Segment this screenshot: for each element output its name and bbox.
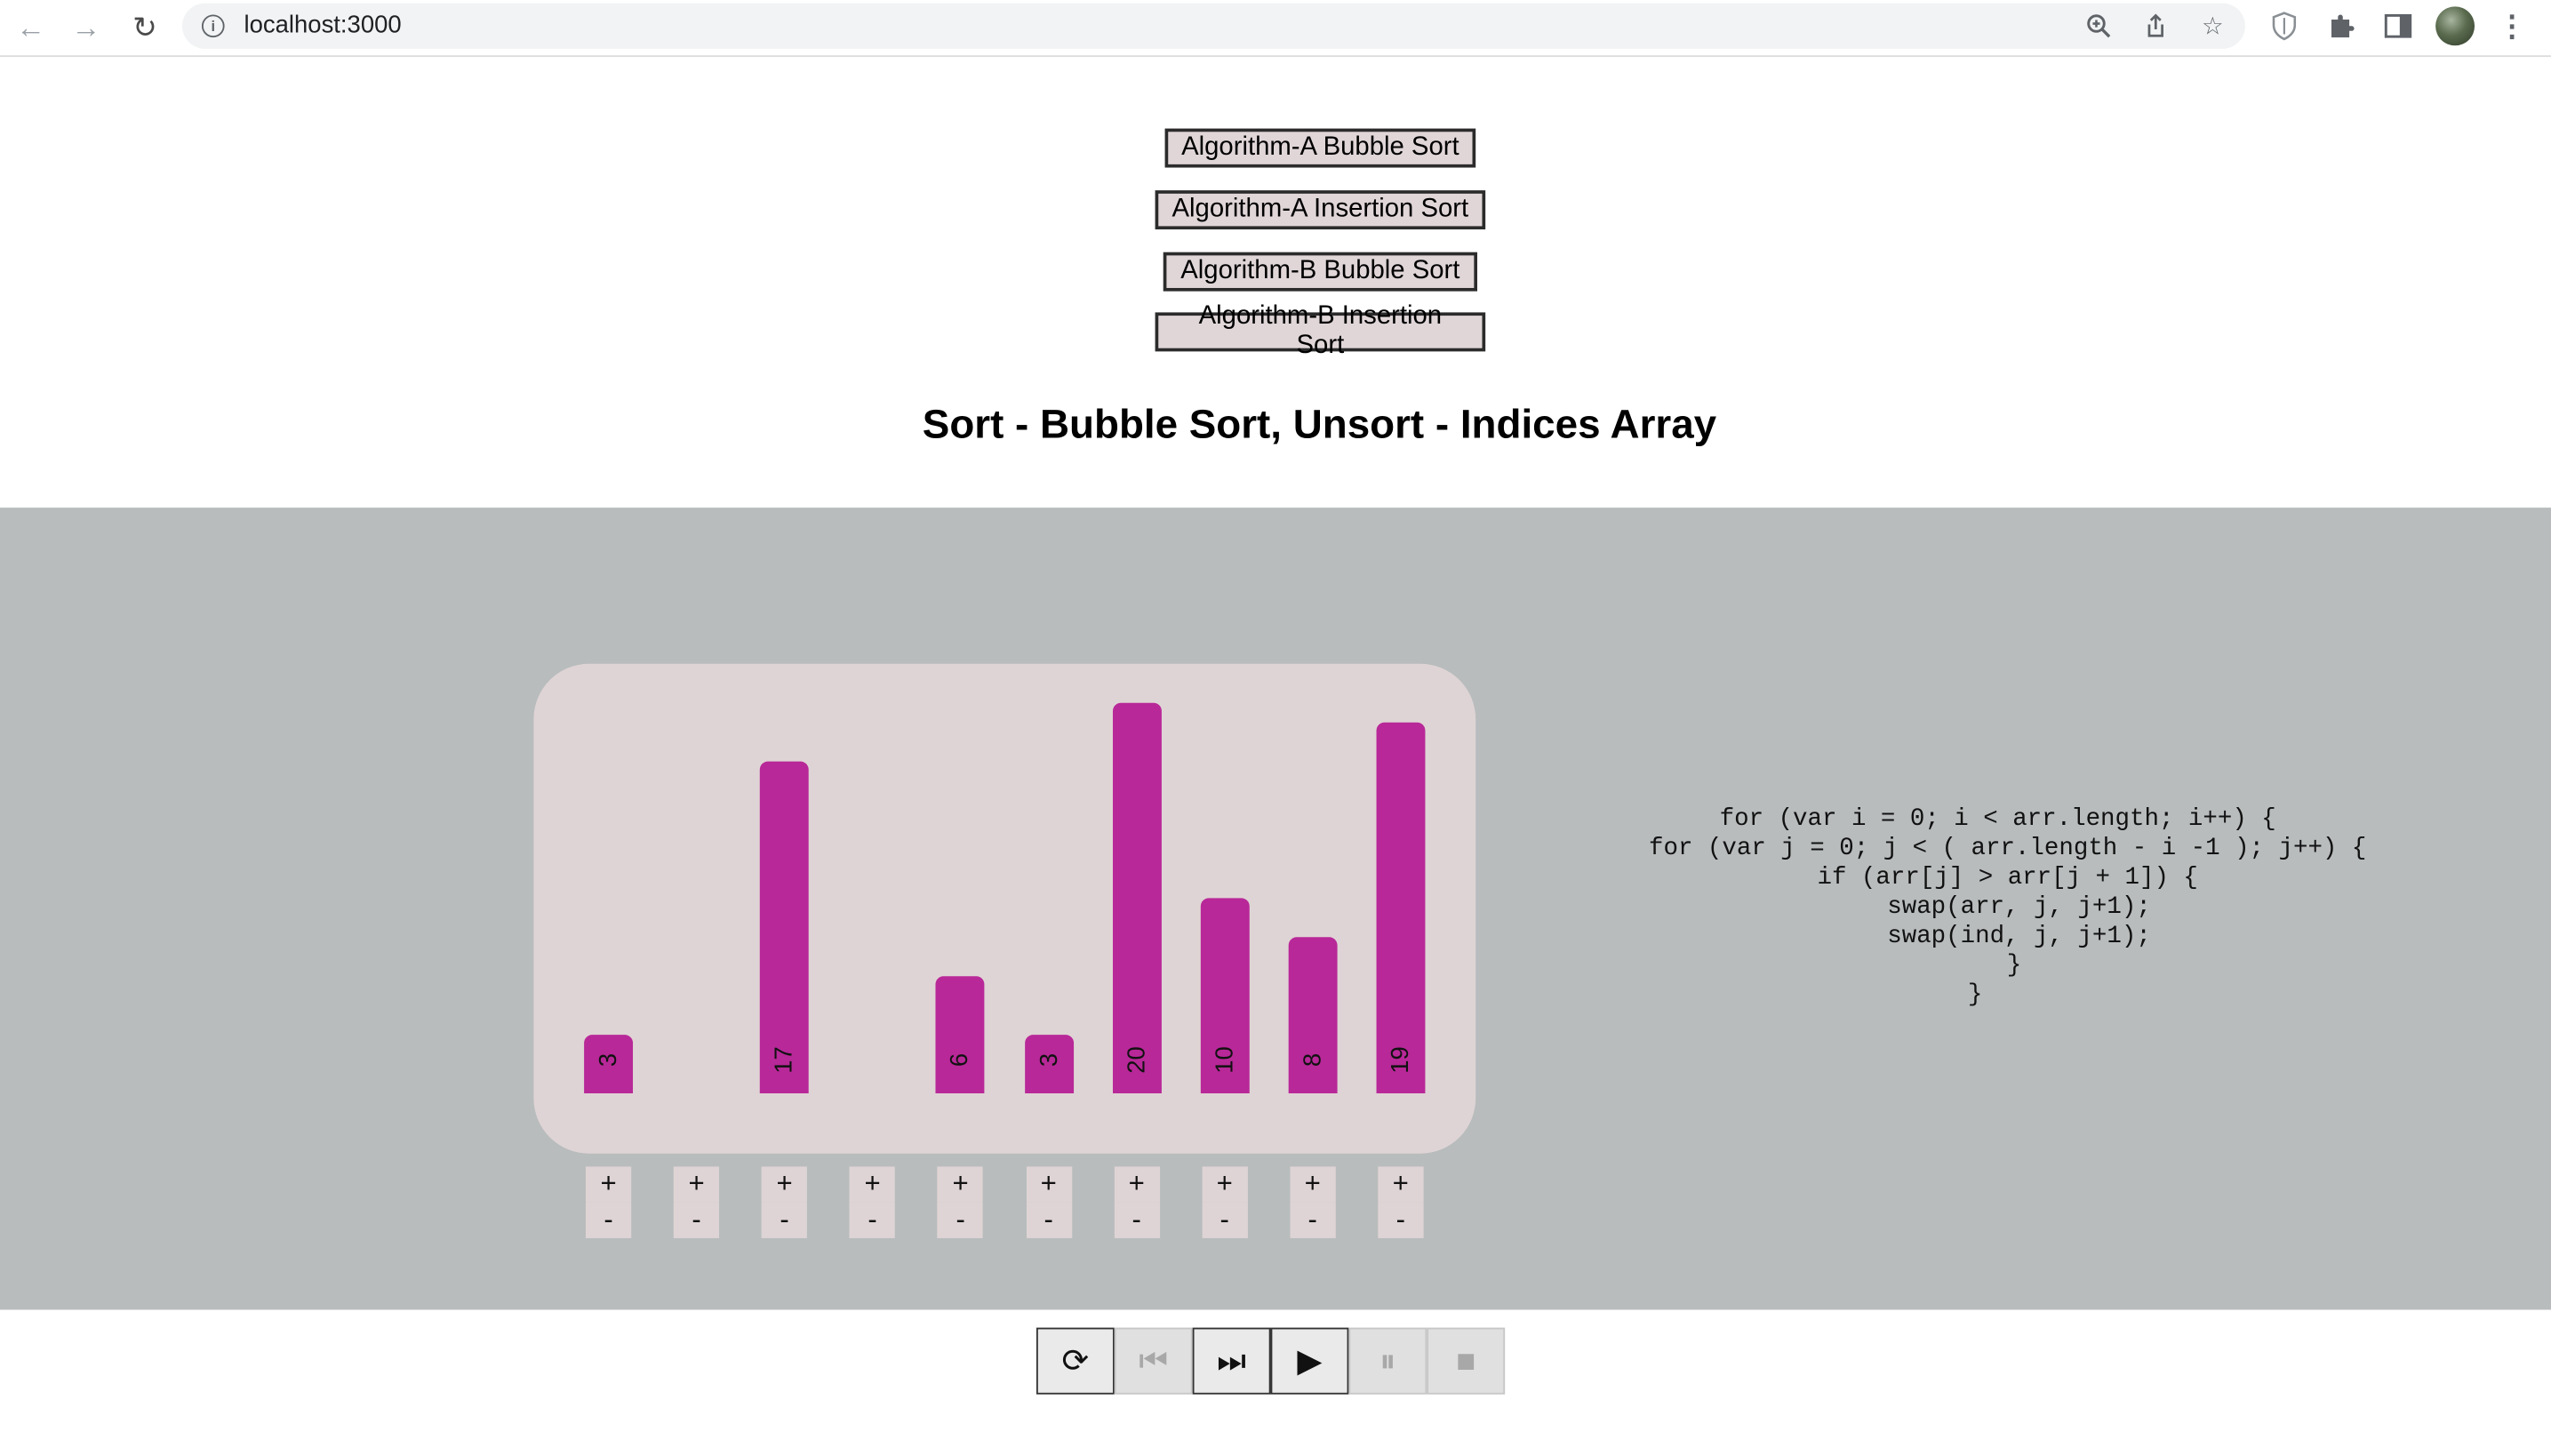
bar-chart: 3 17 6 3 20 10 8 19 bbox=[533, 663, 1476, 1154]
reload-button[interactable]: ↻ bbox=[124, 6, 166, 49]
bar-value-label: 3 bbox=[1035, 1052, 1063, 1068]
decrement-button[interactable]: - bbox=[1114, 1202, 1160, 1238]
bar-value-label: 17 bbox=[771, 1046, 799, 1074]
restart-button[interactable]: ⟳ bbox=[1036, 1327, 1115, 1395]
code-line: if (arr[j] > arr[j + 1]) { bbox=[1817, 863, 2198, 892]
algorithm-a-insertion-sort-button[interactable]: Algorithm-A Insertion Sort bbox=[1155, 190, 1486, 230]
decrement-button[interactable]: - bbox=[850, 1202, 896, 1238]
stop-button[interactable]: ■ bbox=[1427, 1327, 1506, 1395]
zoom-icon[interactable] bbox=[2081, 10, 2116, 43]
bar: 3 bbox=[1024, 1035, 1074, 1094]
profile-avatar[interactable] bbox=[2435, 6, 2475, 46]
step-back-button[interactable]: ⏮ bbox=[1114, 1327, 1193, 1395]
restart-icon: ⟳ bbox=[1061, 1342, 1090, 1380]
arrow-right-icon: → bbox=[71, 10, 101, 44]
share-icon[interactable] bbox=[2138, 10, 2173, 43]
decrement-button[interactable]: - bbox=[1202, 1202, 1248, 1238]
step-forward-icon: ⏭ bbox=[1217, 1342, 1247, 1380]
decrement-button[interactable]: - bbox=[938, 1202, 984, 1238]
decrement-button[interactable]: - bbox=[1378, 1202, 1424, 1238]
step-back-icon: ⏮ bbox=[1139, 1342, 1169, 1380]
browser-toolbar: ← → ↻ i localhost:3000 ☆ ⋮ bbox=[0, 0, 2551, 58]
increment-button[interactable]: + bbox=[850, 1166, 896, 1203]
increment-button[interactable]: + bbox=[1026, 1166, 1072, 1203]
code-line: for (var i = 0; i < arr.length; i++) { bbox=[1719, 805, 2276, 834]
increment-button[interactable]: + bbox=[1378, 1166, 1424, 1203]
code-block: for (var i = 0; i < arr.length; i++) { f… bbox=[1562, 805, 2453, 1011]
bar: 10 bbox=[1200, 898, 1250, 1094]
page-title: Sort - Bubble Sort, Unsort - Indices Arr… bbox=[922, 402, 1717, 448]
page: ← → ↻ i localhost:3000 ☆ ⋮ Algorithm-A B… bbox=[0, 0, 2551, 1456]
algorithm-b-bubble-sort-button[interactable]: Algorithm-B Bubble Sort bbox=[1163, 252, 1478, 292]
bar-value-label: 6 bbox=[947, 1052, 975, 1068]
bar-value-label: 10 bbox=[1211, 1046, 1239, 1074]
kebab-menu-icon[interactable]: ⋮ bbox=[2498, 6, 2527, 45]
code-line: swap(ind, j, j+1); bbox=[1887, 922, 2151, 950]
reload-icon: ↻ bbox=[132, 10, 157, 44]
increment-button[interactable]: + bbox=[1202, 1166, 1248, 1203]
code-line: } bbox=[2006, 951, 2022, 980]
bar: 20 bbox=[1112, 702, 1162, 1094]
decrement-button[interactable]: - bbox=[1290, 1202, 1336, 1238]
stop-icon: ■ bbox=[1456, 1342, 1476, 1380]
bar-value-label: 8 bbox=[1299, 1052, 1327, 1068]
shield-icon[interactable] bbox=[2265, 6, 2304, 45]
info-icon[interactable]: i bbox=[201, 14, 225, 38]
bar-value-label: 19 bbox=[1387, 1046, 1415, 1074]
bar: 3 bbox=[584, 1035, 634, 1094]
bar: 19 bbox=[1376, 722, 1426, 1094]
pause-icon: ⏸ bbox=[1379, 1342, 1396, 1380]
bar: 6 bbox=[936, 976, 986, 1094]
increment-button[interactable]: + bbox=[938, 1166, 984, 1203]
bar: 17 bbox=[760, 761, 810, 1094]
code-line: for (var j = 0; j < ( arr.length - i -1 … bbox=[1649, 834, 2367, 863]
back-button[interactable]: ← bbox=[10, 6, 52, 49]
address-bar[interactable]: i localhost:3000 ☆ bbox=[182, 3, 2245, 49]
arrow-left-icon: ← bbox=[16, 10, 46, 44]
increment-button[interactable]: + bbox=[1290, 1166, 1336, 1203]
increment-button[interactable]: + bbox=[1114, 1166, 1160, 1203]
puzzle-icon[interactable] bbox=[2322, 6, 2361, 45]
play-button[interactable]: ▶ bbox=[1270, 1327, 1349, 1395]
star-icon[interactable]: ☆ bbox=[2195, 10, 2230, 43]
code-line: swap(arr, j, j+1); bbox=[1887, 892, 2151, 922]
increment-button[interactable]: + bbox=[673, 1166, 720, 1203]
play-icon: ▶ bbox=[1297, 1342, 1323, 1380]
forward-button[interactable]: → bbox=[65, 6, 108, 49]
url-text: localhost:3000 bbox=[244, 11, 402, 39]
decrement-button[interactable]: - bbox=[585, 1202, 632, 1238]
step-forward-button[interactable]: ⏭ bbox=[1192, 1327, 1271, 1395]
side-panel-icon[interactable] bbox=[2379, 6, 2418, 45]
decrement-button[interactable]: - bbox=[761, 1202, 808, 1238]
algorithm-a-bubble-sort-button[interactable]: Algorithm-A Bubble Sort bbox=[1164, 128, 1476, 168]
bar-value-label: 20 bbox=[1123, 1046, 1151, 1074]
algorithm-b-insertion-sort-button[interactable]: Algorithm-B Insertion Sort bbox=[1155, 302, 1486, 360]
bar: 8 bbox=[1288, 937, 1338, 1094]
increment-button[interactable]: + bbox=[585, 1166, 632, 1203]
decrement-button[interactable]: - bbox=[673, 1202, 720, 1238]
bar-value-label: 3 bbox=[595, 1052, 623, 1068]
code-line: } bbox=[1967, 980, 1983, 1009]
pause-button[interactable]: ⏸ bbox=[1348, 1327, 1427, 1395]
increment-button[interactable]: + bbox=[761, 1166, 808, 1203]
decrement-button[interactable]: - bbox=[1026, 1202, 1072, 1238]
